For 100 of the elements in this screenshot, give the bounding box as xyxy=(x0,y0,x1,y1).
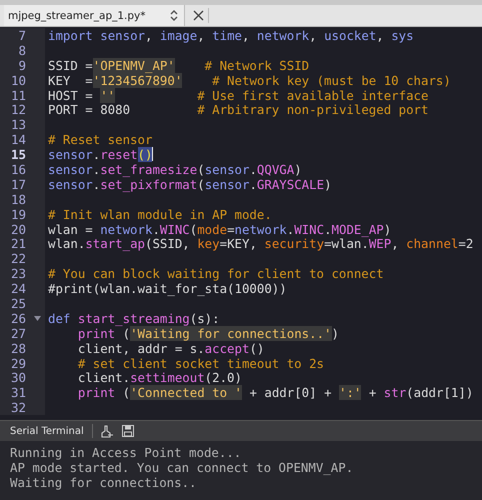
fold-arrow-icon[interactable] xyxy=(34,316,41,321)
line-number: 30 xyxy=(10,370,26,386)
code-comment: # Use first available interface xyxy=(197,88,428,103)
function-token: WINC xyxy=(294,222,324,237)
code-text: client. xyxy=(78,370,130,386)
file-tab[interactable]: mjpeg_streamer_ap_1.py* xyxy=(4,5,185,26)
code-comment: # You can block waiting for client to connect xyxy=(48,266,384,282)
identifier-token: sensor xyxy=(204,162,250,177)
line-number: 24 xyxy=(10,281,26,296)
function-token: start_streaming xyxy=(78,310,190,326)
up-down-arrows-icon[interactable] xyxy=(170,10,178,21)
string-literal: ':' xyxy=(339,385,362,400)
line-number: 23 xyxy=(10,266,26,282)
code-text: SSID = xyxy=(48,58,93,73)
code-text: . xyxy=(92,147,100,162)
string-literal: 'OPENMV_AP' xyxy=(92,58,175,73)
line-number: 10 xyxy=(10,72,26,88)
save-icon[interactable] xyxy=(122,425,134,437)
code-text: ) xyxy=(294,162,302,177)
code-comment: # set client socket timeout to 2s xyxy=(78,356,324,371)
code-text: = xyxy=(227,222,235,237)
line-number: 21 xyxy=(10,236,26,252)
function-token: WINC xyxy=(160,222,190,237)
code-text: ) xyxy=(324,176,332,192)
function-token: set_pixformat xyxy=(100,176,198,192)
string-literal: '' xyxy=(100,88,116,103)
matched-brackets: () xyxy=(138,147,152,162)
code-text: . xyxy=(249,162,257,177)
code-text: ) xyxy=(384,222,392,237)
code-text: ( xyxy=(190,222,198,237)
function-token: settimeout xyxy=(130,370,205,386)
string-literal: 'Waiting for connections..' xyxy=(130,326,332,341)
code-text: (SSID, xyxy=(145,236,191,252)
keyword-token: def xyxy=(48,310,70,326)
code-comment: # Network SSID xyxy=(204,58,310,73)
code-text: , xyxy=(242,28,250,43)
line-number: 11 xyxy=(10,88,26,103)
code-text: ( xyxy=(122,326,130,341)
code-text: client, addr = s. xyxy=(78,340,205,356)
line-number: 28 xyxy=(10,340,26,356)
code-text: . xyxy=(324,222,332,237)
code-text: =KEY, xyxy=(220,236,258,252)
line-number: 12 xyxy=(10,102,26,118)
line-number: 14 xyxy=(10,132,26,148)
code-comment: # Network key (must be 10 chars) xyxy=(212,72,451,88)
code-text: ( xyxy=(122,385,130,400)
text-cursor xyxy=(152,147,154,162)
function-token: MODE_AP xyxy=(332,222,384,237)
code-text: (addr[1]) xyxy=(406,385,474,400)
identifier-token: sensor xyxy=(48,162,93,177)
line-number: 22 xyxy=(10,251,26,266)
line-number: 15 xyxy=(10,147,26,162)
argument-token: key xyxy=(197,236,220,252)
function-token: set_framesize xyxy=(100,162,198,177)
line-number: 13 xyxy=(10,117,26,132)
code-text: ( xyxy=(197,176,205,192)
code-comment: # Reset sensor xyxy=(48,132,152,148)
function-token: GRAYSCALE xyxy=(256,176,324,192)
code-text: + addr[0] + xyxy=(249,385,333,400)
identifier-token: sensor xyxy=(48,147,93,162)
code-text: ( xyxy=(197,162,205,177)
code-text: , xyxy=(309,28,318,43)
identifier-token: sensor xyxy=(48,176,93,192)
code-comment: # Arbitrary non-privileged port xyxy=(197,102,428,118)
line-number: 31 xyxy=(10,385,26,400)
terminal-output-line: AP mode started. You can connect to OPENMV_AP. xyxy=(10,460,354,475)
terminal-output-line: Running in Access Point mode... xyxy=(10,445,242,460)
identifier-token: time xyxy=(212,28,242,43)
line-number: 18 xyxy=(10,192,26,207)
line-number: 29 xyxy=(10,356,26,371)
code-text: . xyxy=(249,176,257,192)
function-token: print xyxy=(78,385,116,400)
argument-token: mode xyxy=(197,222,228,237)
panel-title: Serial Terminal xyxy=(10,426,84,436)
code-text: HOST = xyxy=(48,88,94,103)
identifier-token: network xyxy=(100,222,152,237)
code-text: KEY = xyxy=(48,72,93,88)
code-text: =wlan. xyxy=(324,236,369,252)
code-text: , xyxy=(197,28,206,43)
code-text: () xyxy=(249,340,264,356)
line-number: 16 xyxy=(10,162,26,177)
line-number: 8 xyxy=(18,42,26,58)
code-text: . xyxy=(152,222,160,237)
code-text: (s): xyxy=(190,310,220,326)
close-icon xyxy=(192,10,204,21)
code-text: #print(wlan.wait_for_sta(10000)) xyxy=(48,281,287,296)
string-literal: '1234567890' xyxy=(92,72,182,88)
code-text: (2.0) xyxy=(204,370,242,386)
identifier-token: sensor xyxy=(204,176,250,192)
line-number: 27 xyxy=(10,326,26,341)
broom-icon[interactable] xyxy=(100,424,114,438)
code-text: wlan = xyxy=(48,222,94,237)
identifier-token: image xyxy=(160,28,198,43)
identifier-token: usocket xyxy=(324,28,376,43)
code-text: + xyxy=(368,385,378,400)
line-number: 20 xyxy=(10,222,26,237)
argument-token: channel xyxy=(406,236,458,252)
identifier-token: network xyxy=(234,222,287,237)
identifier-token: sys xyxy=(391,28,414,43)
function-token: WEP xyxy=(368,236,392,252)
